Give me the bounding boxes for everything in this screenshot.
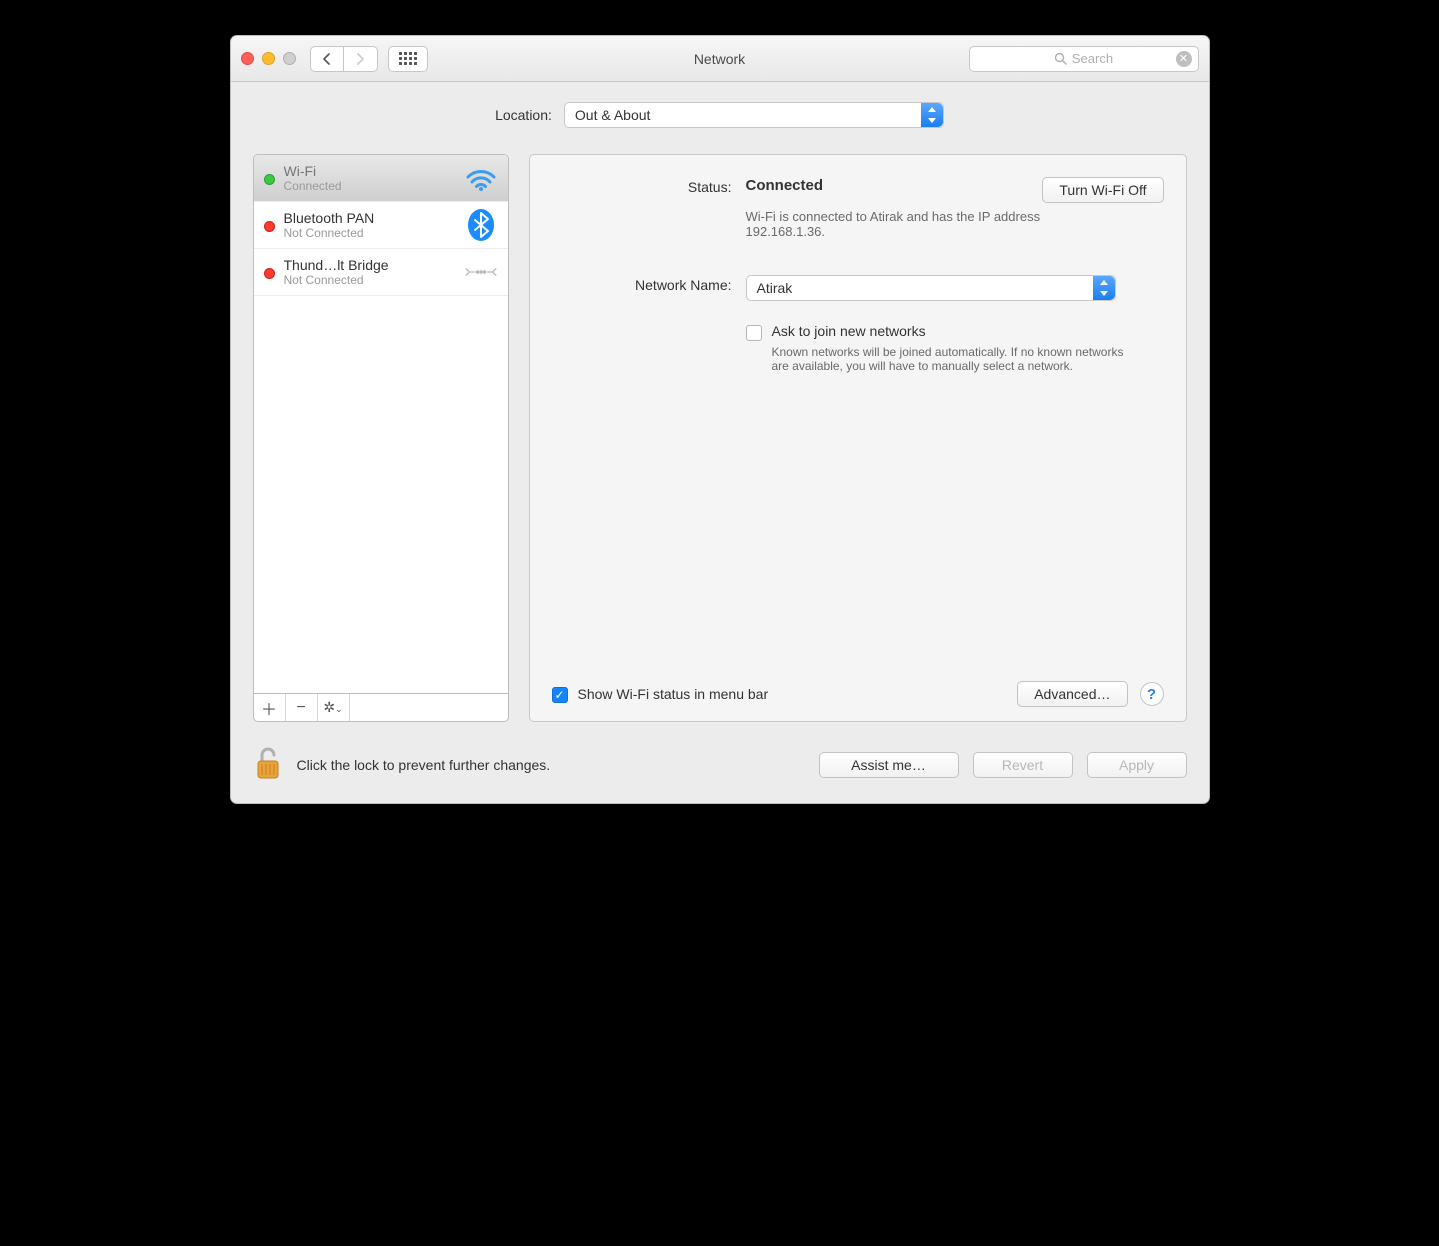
wifi-icon (464, 163, 498, 193)
search-input[interactable]: Search ✕ (969, 46, 1199, 72)
sidebar-footer: ＋ − ✲⌄ (253, 694, 509, 722)
titlebar: Network Search ✕ (231, 36, 1209, 82)
search-placeholder: Search (1072, 51, 1113, 66)
location-popup[interactable]: Out & About (564, 102, 944, 128)
interface-name: Wi-Fi (284, 163, 455, 179)
content-columns: Wi-Fi Connected Bluetooth PAN Not Connec… (253, 154, 1187, 722)
location-label: Location: (495, 107, 552, 123)
window-body: Location: Out & About Wi-Fi Connected (231, 82, 1209, 803)
show-status-checkbox[interactable] (552, 687, 568, 703)
footer-buttons: Assist me… Revert Apply (819, 752, 1187, 778)
sidebar-item-text: Wi-Fi Connected (284, 163, 455, 193)
apply-button[interactable]: Apply (1087, 752, 1187, 778)
assist-me-button[interactable]: Assist me… (819, 752, 959, 778)
lock-text: Click the lock to prevent further change… (297, 757, 551, 773)
network-name-row: Network Name: Atirak (552, 275, 1164, 301)
toolbar-nav (310, 46, 378, 72)
interface-status: Not Connected (284, 273, 455, 287)
status-label: Status: (552, 177, 732, 239)
close-window-button[interactable] (241, 52, 254, 65)
location-row: Location: Out & About (253, 102, 1187, 128)
sidebar-item-text: Bluetooth PAN Not Connected (284, 210, 455, 240)
forward-button[interactable] (344, 46, 378, 72)
show-all-button[interactable] (388, 46, 428, 72)
thunderbolt-bridge-icon (464, 257, 498, 287)
network-name-value: Atirak (757, 280, 793, 296)
status-value: Connected (746, 177, 824, 194)
remove-interface-button[interactable]: − (286, 694, 318, 721)
add-interface-button[interactable]: ＋ (254, 694, 286, 721)
detail-pane: Status: Connected Turn Wi-Fi Off Wi-Fi i… (529, 154, 1187, 722)
ask-join-row: Ask to join new networks Known networks … (552, 323, 1164, 373)
ask-join-checkbox[interactable] (746, 325, 762, 341)
interface-list: Wi-Fi Connected Bluetooth PAN Not Connec… (253, 154, 509, 694)
chevron-right-icon (355, 53, 365, 65)
grid-icon (399, 52, 417, 65)
turn-wifi-off-button[interactable]: Turn Wi-Fi Off (1042, 177, 1163, 203)
gear-icon: ✲⌄ (323, 699, 342, 716)
ask-join-description: Known networks will be joined automatica… (772, 345, 1132, 373)
popup-stepper-icon (1093, 276, 1115, 300)
status-row: Status: Connected Turn Wi-Fi Off Wi-Fi i… (552, 177, 1164, 239)
clear-search-button[interactable]: ✕ (1176, 51, 1192, 67)
interface-status: Connected (284, 179, 455, 193)
chevron-left-icon (322, 53, 332, 65)
show-status-label: Show Wi-Fi status in menu bar (578, 686, 769, 702)
window-footer: Click the lock to prevent further change… (253, 744, 1187, 785)
lock-section: Click the lock to prevent further change… (253, 744, 551, 785)
window-title: Network (694, 51, 745, 67)
status-dot-disconnected-icon (264, 221, 275, 232)
interface-name: Bluetooth PAN (284, 210, 455, 226)
sidebar-item-text: Thund…lt Bridge Not Connected (284, 257, 455, 287)
sidebar-item-wifi[interactable]: Wi-Fi Connected (254, 155, 508, 202)
advanced-button[interactable]: Advanced… (1017, 681, 1127, 707)
zoom-window-button[interactable] (283, 52, 296, 65)
help-button[interactable]: ? (1140, 682, 1164, 706)
interfaces-sidebar: Wi-Fi Connected Bluetooth PAN Not Connec… (253, 154, 509, 722)
location-value: Out & About (575, 107, 651, 123)
detail-bottom-row: Show Wi-Fi status in menu bar Advanced… … (552, 681, 1164, 707)
bluetooth-icon (464, 210, 498, 240)
back-button[interactable] (310, 46, 344, 72)
interface-actions-button[interactable]: ✲⌄ (318, 694, 350, 721)
search-icon (1054, 52, 1067, 65)
network-name-popup[interactable]: Atirak (746, 275, 1116, 301)
interface-name: Thund…lt Bridge (284, 257, 455, 273)
popup-stepper-icon (921, 103, 943, 127)
sidebar-item-bluetooth[interactable]: Bluetooth PAN Not Connected (254, 202, 508, 249)
network-prefs-window: Network Search ✕ Location: Out & About (230, 35, 1210, 804)
unlocked-lock-icon[interactable] (253, 744, 283, 785)
status-dot-connected-icon (264, 174, 275, 185)
revert-button[interactable]: Revert (973, 752, 1073, 778)
network-name-label: Network Name: (552, 275, 732, 301)
minimize-window-button[interactable] (262, 52, 275, 65)
status-description: Wi-Fi is connected to Atirak and has the… (746, 209, 1116, 239)
sidebar-item-thunderbolt[interactable]: Thund…lt Bridge Not Connected (254, 249, 508, 296)
ask-join-label: Ask to join new networks (772, 323, 1132, 339)
status-dot-disconnected-icon (264, 268, 275, 279)
window-controls (241, 52, 296, 65)
interface-status: Not Connected (284, 226, 455, 240)
